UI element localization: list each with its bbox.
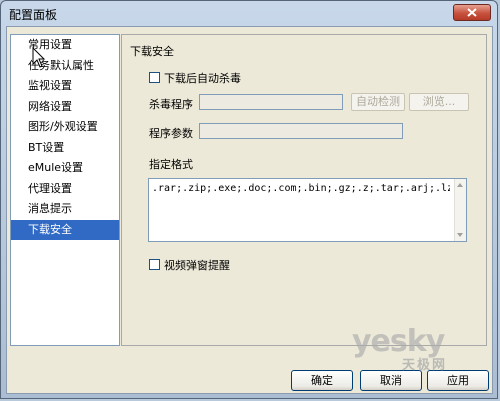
formats-textarea[interactable]: .rar;.zip;.exe;.doc;.com;.bin;.gz;.z;.ta… <box>148 178 467 242</box>
video-popup-checkbox[interactable] <box>149 259 160 270</box>
formats-label: 指定格式 <box>149 158 193 171</box>
auto-scan-label: 下载后自动杀毒 <box>164 72 241 85</box>
auto-scan-checkbox[interactable] <box>149 72 160 83</box>
scroll-up-icon[interactable] <box>457 183 463 187</box>
sidebar-item-notifications[interactable]: 消息提示 <box>11 199 119 220</box>
sidebar-item-general[interactable]: 常用设置 <box>11 35 119 56</box>
settings-sidebar: 常用设置 任务默认属性 监视设置 网络设置 图形/外观设置 BT设置 eMule… <box>10 34 120 346</box>
sidebar-item-emule[interactable]: eMule设置 <box>11 158 119 179</box>
sidebar-item-proxy[interactable]: 代理设置 <box>11 179 119 200</box>
section-title: 下载安全 <box>130 45 174 58</box>
title-bar: 配置面板 <box>1 1 497 25</box>
close-button[interactable] <box>453 4 491 21</box>
antivirus-label: 杀毒程序 <box>149 98 193 111</box>
sidebar-item-download-security[interactable]: 下载安全 <box>11 219 119 240</box>
sidebar-item-appearance[interactable]: 图形/外观设置 <box>11 117 119 138</box>
formats-text: .rar;.zip;.exe;.doc;.com;.bin;.gz;.z;.ta… <box>152 183 450 194</box>
cancel-button[interactable]: 取消 <box>360 370 422 391</box>
scroll-down-icon[interactable] <box>457 233 463 237</box>
formats-scrollbar[interactable] <box>454 179 466 241</box>
sidebar-item-network[interactable]: 网络设置 <box>11 97 119 118</box>
sidebar-item-bt[interactable]: BT设置 <box>11 138 119 159</box>
watermark-sub-text: 天极网 <box>402 358 448 373</box>
ok-button[interactable]: 确定 <box>291 370 353 391</box>
auto-detect-button[interactable]: 自动检测 <box>351 93 405 111</box>
params-input[interactable] <box>199 123 403 139</box>
close-icon <box>467 8 477 17</box>
video-popup-label: 视频弹窗提醒 <box>164 259 230 272</box>
watermark-logo: yesky 天极网 <box>352 324 492 373</box>
download-security-panel: 下载安全 下载后自动杀毒 杀毒程序 自动检测 浏览... 程序参数 指定格式 .… <box>121 34 487 346</box>
browse-button[interactable]: 浏览... <box>409 93 469 111</box>
sidebar-item-monitor[interactable]: 监视设置 <box>11 76 119 97</box>
params-label: 程序参数 <box>149 127 193 140</box>
sidebar-item-task-defaults[interactable]: 任务默认属性 <box>11 56 119 77</box>
antivirus-path-input[interactable] <box>199 94 343 110</box>
apply-button[interactable]: 应用 <box>427 370 489 391</box>
window-title: 配置面板 <box>9 8 58 22</box>
mouse-cursor-icon <box>32 47 46 68</box>
